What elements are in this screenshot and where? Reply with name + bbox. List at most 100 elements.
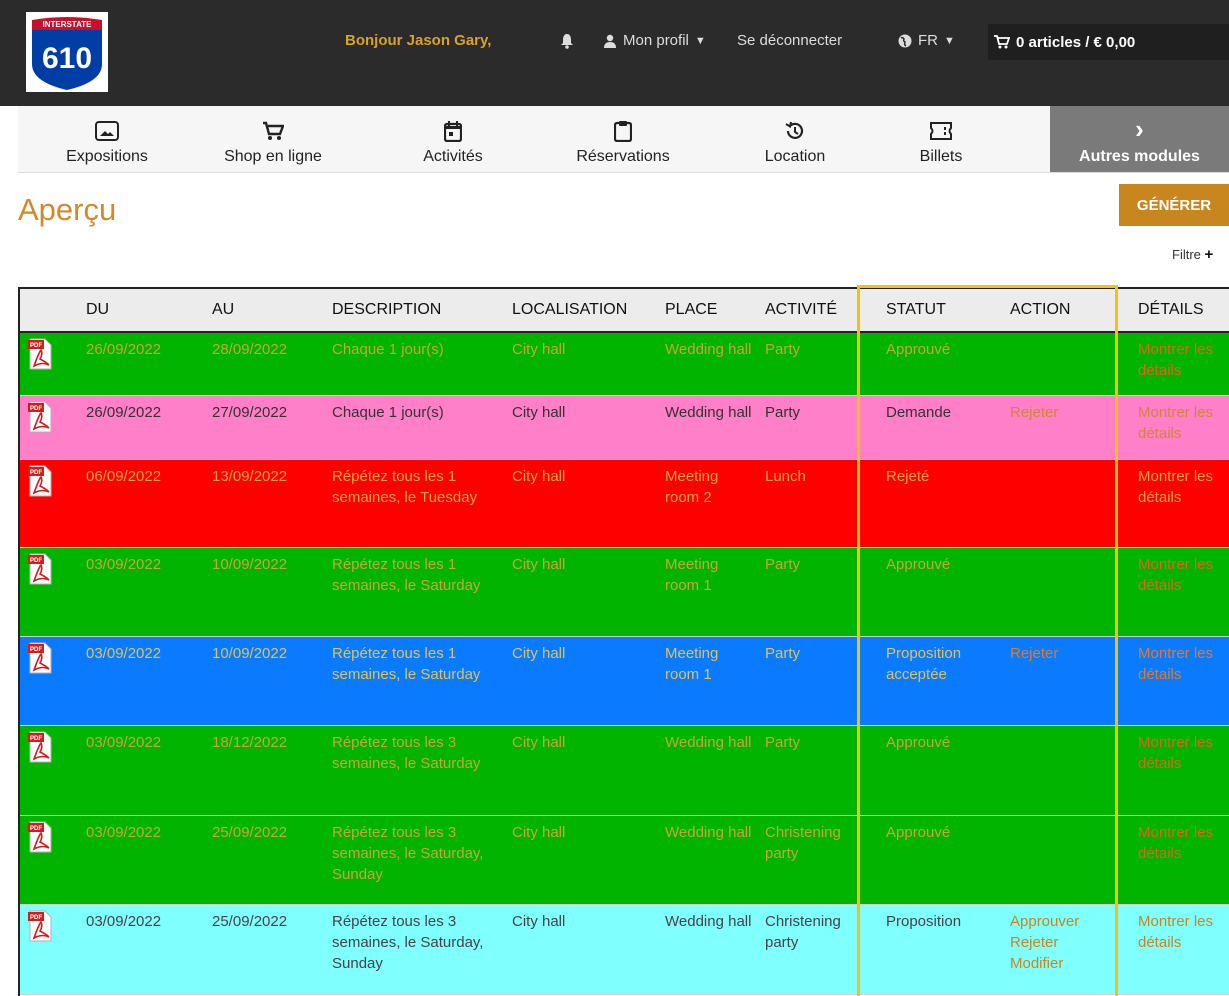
show-details-link[interactable]: Montrer les détails [1138,732,1229,774]
pdf-icon[interactable]: PDF [28,401,52,433]
profile-label: Mon profil [623,32,689,49]
cell-du: 26/09/2022 [86,341,162,358]
cell-activite: Party [765,734,801,751]
filter-toggle[interactable]: Filtre + [1172,246,1213,263]
header-statut[interactable]: STATUT [886,301,994,319]
pdf-icon[interactable]: PDF [28,553,52,585]
action-approuver-link[interactable]: Approuver [1010,911,1120,932]
cell-activite: Party [765,645,801,662]
cell-place: Meeting room 1 [665,645,719,683]
svg-text:PDF: PDF [30,647,42,653]
module-nav: Expositions Shop en ligne Activités Rése… [18,106,1229,173]
pdf-icon[interactable]: PDF [28,731,52,763]
nav-more-modules[interactable]: › Autres modules [1050,106,1229,172]
pdf-icon[interactable]: PDF [28,821,52,853]
svg-text:PDF: PDF [30,826,42,832]
nav-item-label: Activités [423,148,483,165]
profile-menu[interactable]: Mon profil ▼ [603,32,706,49]
cell-place: Wedding hall [665,341,752,358]
nav-item-activites[interactable]: Activités [398,106,508,172]
cell-description: Répétez tous les 3 semaines, le Saturday… [332,913,484,972]
svg-text:PDF: PDF [30,736,42,742]
nav-item-label: Réservations [576,148,670,165]
show-details-link[interactable]: Montrer les détails [1138,339,1229,381]
pdf-icon[interactable]: PDF [28,338,52,370]
cell-au: 10/09/2022 [212,645,288,662]
header-au[interactable]: AU [212,301,324,319]
clipboard-icon [610,118,636,144]
action-rejeter-link[interactable]: Rejeter [1010,643,1120,664]
cell-statut: Approuvé [886,824,951,841]
cart-icon [994,35,1010,49]
show-details-link[interactable]: Montrer les détails [1138,822,1229,864]
show-details-link[interactable]: Montrer les détails [1138,554,1229,596]
cell-localisation: City hall [512,913,566,930]
nav-item-shop-en-ligne[interactable]: Shop en ligne [208,106,338,172]
cell-description: Répétez tous les 3 semaines, le Saturday [332,734,481,772]
logo-number: 610 [42,42,92,75]
nav-item-location[interactable]: Location [740,106,850,172]
page-title: Aperçu [18,192,117,227]
language-selector[interactable]: FR ▼ [898,32,955,49]
pdf-icon[interactable]: PDF [28,642,52,674]
logout-link[interactable]: Se déconnecter [737,32,842,49]
cell-activite: Party [765,404,801,421]
table-row: PDF 03/09/2022 10/09/2022 Répétez tous les … [20,637,1229,726]
top-bar: INTERSTATE 610 Bonjour Jason Gary, Mon p… [0,0,1229,106]
history-icon [782,118,808,144]
cart-summary[interactable]: 0 articles / € 0,00 [988,24,1229,60]
action-rejeter-link[interactable]: Rejeter [1010,402,1120,423]
cell-description: Répétez tous les 3 semaines, le Saturday… [332,824,484,883]
nav-item-reservations[interactable]: Réservations [558,106,688,172]
cell-action: Rejeter [1010,643,1120,664]
cell-place: Meeting room 2 [665,468,719,506]
svg-text:PDF: PDF [30,915,42,921]
table-row: PDF 26/09/2022 28/09/2022 Chaque 1 jour(s) C… [20,333,1229,396]
ticket-icon [928,118,954,144]
action-modifier-link[interactable]: Modifier [1010,953,1120,974]
cell-place: Wedding hall [665,824,752,841]
chevron-right-icon: › [1135,114,1144,144]
header-du[interactable]: DU [86,301,198,319]
cell-du: 26/09/2022 [86,404,162,421]
header-activite[interactable]: ACTIVITÉ [765,301,865,319]
show-details-link[interactable]: Montrer les détails [1138,402,1229,444]
interstate-logo[interactable]: INTERSTATE 610 [26,12,108,92]
cell-localisation: City hall [512,404,566,421]
cell-localisation: City hall [512,824,566,841]
svg-text:PDF: PDF [30,470,42,476]
generate-button[interactable]: GÉNÉRER [1119,184,1229,226]
language-label: FR [918,32,938,49]
header-localisation[interactable]: LOCALISATION [512,301,652,319]
reservations-table: DU AU DESCRIPTION LOCALISATION PLACE ACT… [18,287,1229,996]
show-details-link[interactable]: Montrer les détails [1138,643,1229,685]
show-details-link[interactable]: Montrer les détails [1138,466,1229,508]
header-details: DÉTAILS [1138,301,1204,318]
cell-du: 03/09/2022 [86,913,162,930]
cell-au: 18/12/2022 [212,734,288,751]
filter-label: Filtre [1172,247,1201,262]
cell-localisation: City hall [512,734,566,751]
pdf-icon[interactable]: PDF [28,910,52,942]
cell-place: Meeting room 1 [665,556,719,594]
svg-text:PDF: PDF [30,558,42,564]
cell-au: 28/09/2022 [212,341,288,358]
pdf-icon[interactable]: PDF [28,465,52,497]
nav-item-label: Expositions [66,148,148,165]
cell-action: Rejeter [1010,402,1120,423]
cell-du: 03/09/2022 [86,734,162,751]
show-details-link[interactable]: Montrer les détails [1138,911,1229,953]
bell-icon[interactable] [560,33,574,52]
nav-item-billets[interactable]: Billets [891,106,991,172]
action-rejeter-link[interactable]: Rejeter [1010,932,1120,953]
table-row: PDF 03/09/2022 18/12/2022 Répétez tous les … [20,726,1229,816]
header-place[interactable]: PLACE [665,301,755,319]
cell-au: 25/09/2022 [212,824,288,841]
calendar-icon [440,118,466,144]
nav-item-expositions[interactable]: Expositions [52,106,162,172]
cell-action: Approuver Rejeter Modifier [1010,911,1120,974]
cart-label: 0 articles / € 0,00 [1016,33,1136,51]
user-icon [604,34,616,48]
caret-down-icon: ▼ [694,34,706,47]
header-description[interactable]: DESCRIPTION [332,301,502,319]
